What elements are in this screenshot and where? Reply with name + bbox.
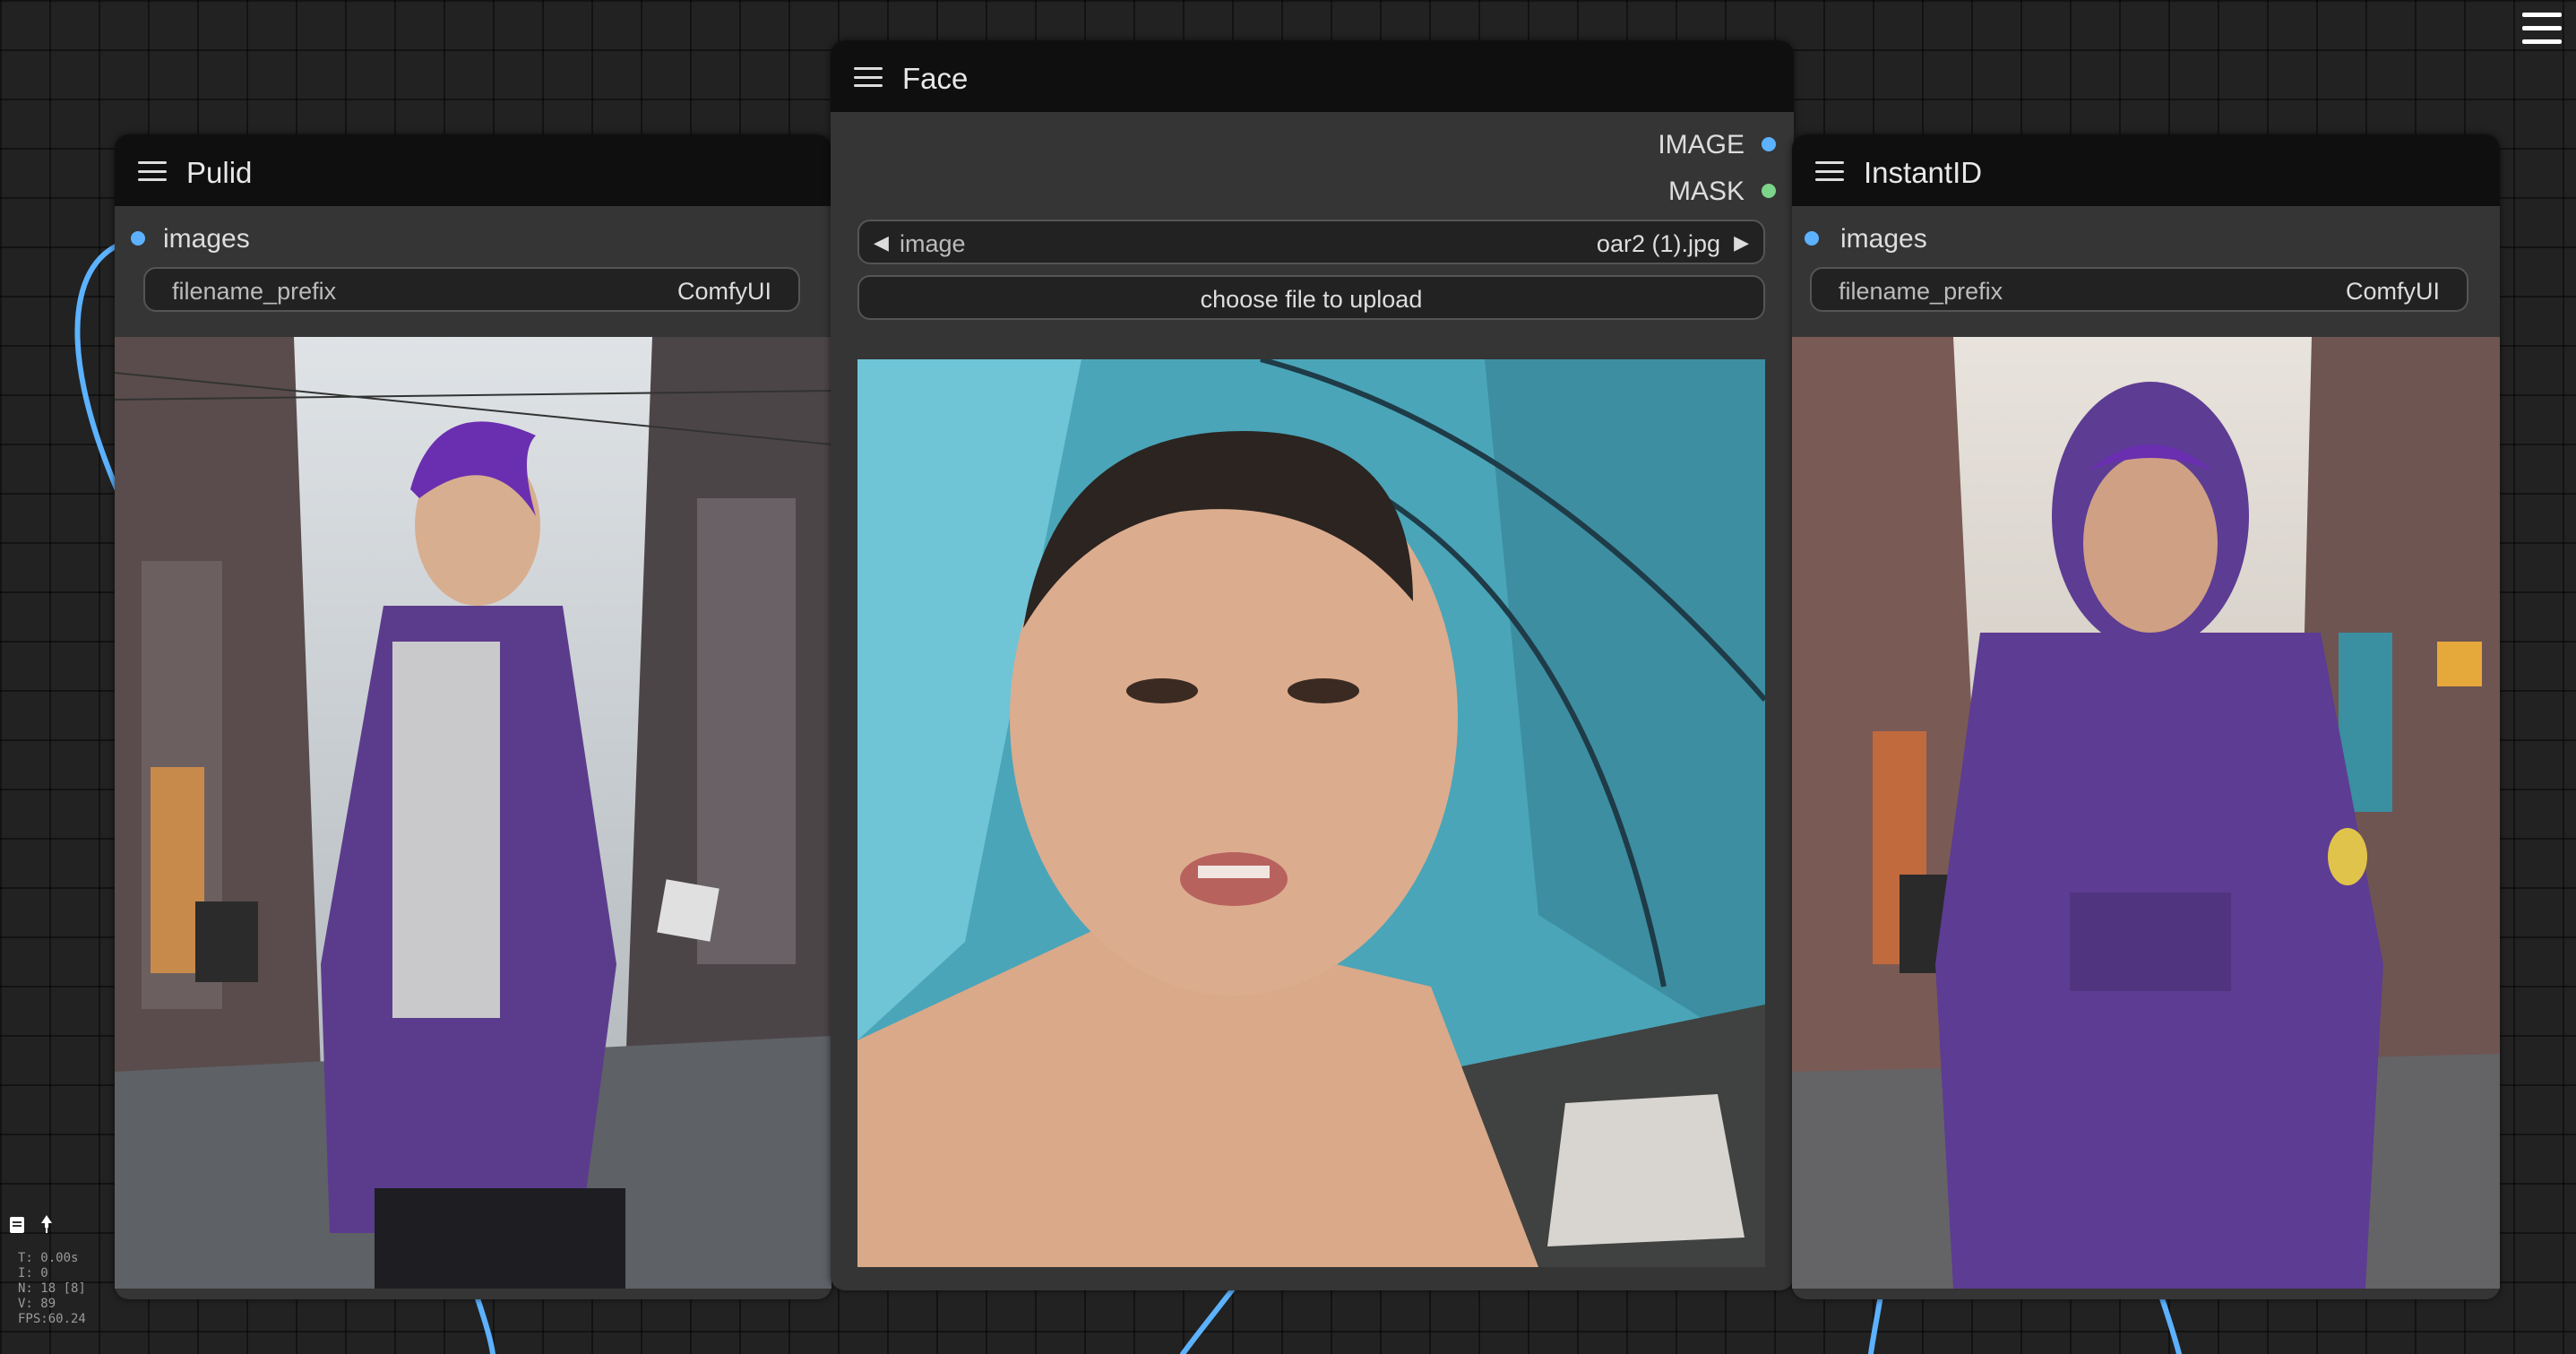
arrow-left-icon[interactable]: ◀ <box>874 231 889 254</box>
arrow-right-icon[interactable]: ▶ <box>1734 231 1749 254</box>
stat-v: V: 89 <box>18 1297 56 1311</box>
output-slot-dot-image[interactable] <box>1762 137 1776 151</box>
link-pulid-bottom <box>472 1288 495 1354</box>
widget-label: filename_prefix <box>1839 278 2003 305</box>
node-header[interactable]: Face <box>831 40 1794 112</box>
output-slot-dot-mask[interactable] <box>1762 184 1776 198</box>
input-slot-label: images <box>1840 224 1927 254</box>
pulid-node[interactable]: Pulid images filename_prefix ComfyUI <box>115 134 831 1299</box>
link-instantid-bottom-2 <box>2157 1288 2182 1354</box>
output-preview-image <box>1792 337 2500 1289</box>
node-menu-icon[interactable] <box>854 67 883 87</box>
input-slot-dot[interactable] <box>1805 231 1819 246</box>
pin-icon[interactable] <box>38 1214 56 1234</box>
stat-nodes: N: 18 [8] <box>18 1281 86 1296</box>
input-slot-label: images <box>163 224 250 254</box>
widget-value: oar2 (1).jpg <box>1596 230 1720 257</box>
node-header[interactable]: Pulid <box>115 134 831 206</box>
loaded-image-preview <box>857 359 1765 1267</box>
upload-button-label: choose file to upload <box>1200 286 1423 313</box>
instantid-node[interactable]: InstantID images filename_prefix ComfyUI <box>1792 134 2500 1299</box>
filename-prefix-widget[interactable]: filename_prefix ComfyUI <box>143 267 800 312</box>
filename-prefix-widget[interactable]: filename_prefix ComfyUI <box>1810 267 2468 312</box>
widget-value: ComfyUI <box>2345 278 2440 305</box>
input-slot-dot[interactable] <box>131 231 145 246</box>
node-menu-icon[interactable] <box>1815 161 1844 181</box>
output-preview-image <box>115 337 831 1289</box>
node-title: Face <box>902 62 969 95</box>
output-slot-label-image: IMAGE <box>1658 130 1745 160</box>
face-node[interactable]: Face IMAGE MASK ◀ image oar2 (1).jpg ▶ c… <box>831 40 1794 1290</box>
widget-value: ComfyUI <box>676 278 771 305</box>
stat-time: T: 0.00s <box>18 1251 79 1265</box>
canvas-stats: T: 0.00s I: 0 N: 18 [8] V: 89 FPS:60.24 <box>18 1251 86 1327</box>
node-title: InstantID <box>1864 156 1983 189</box>
main-menu-icon[interactable] <box>2522 13 2562 50</box>
node-menu-icon[interactable] <box>138 161 167 181</box>
upload-button[interactable]: choose file to upload <box>857 275 1765 320</box>
node-header[interactable]: InstantID <box>1792 134 2500 206</box>
image-combo-widget[interactable]: ◀ image oar2 (1).jpg ▶ <box>857 220 1765 264</box>
output-slot-label-mask: MASK <box>1667 177 1745 206</box>
node-title: Pulid <box>186 156 253 189</box>
stat-i: I: 0 <box>18 1266 48 1281</box>
widget-label: filename_prefix <box>172 278 337 305</box>
stat-fps: FPS:60.24 <box>18 1312 86 1326</box>
link-instantid-bottom-1 <box>1868 1288 1884 1354</box>
document-icon[interactable] <box>9 1216 25 1234</box>
widget-label: image <box>900 230 966 257</box>
